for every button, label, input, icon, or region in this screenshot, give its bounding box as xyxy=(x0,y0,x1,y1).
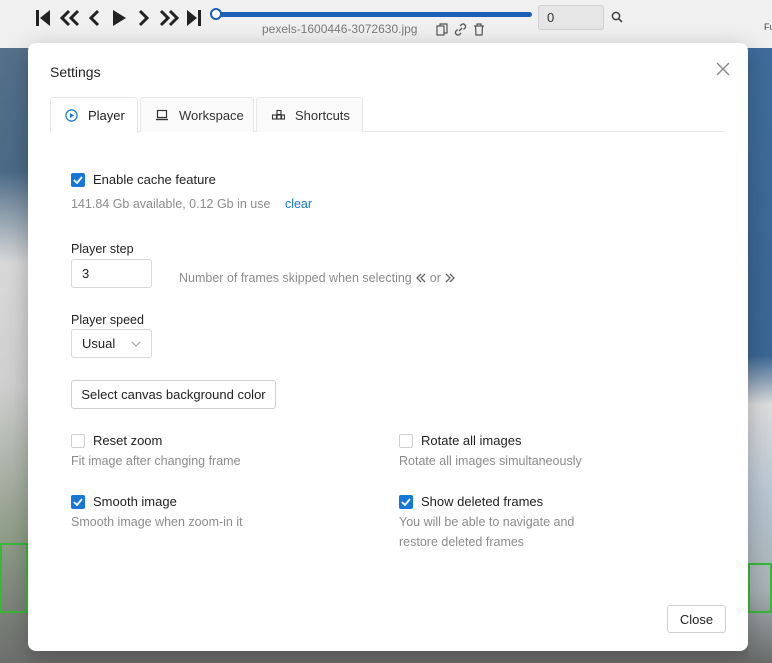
rotate-all-label: Rotate all images xyxy=(421,433,522,448)
smooth-image-option[interactable]: Smooth image xyxy=(71,494,177,509)
reset-zoom-description: Fit image after changing frame xyxy=(71,454,241,468)
smooth-image-label: Smooth image xyxy=(93,494,177,509)
player-step-input[interactable]: 3 xyxy=(71,259,152,288)
show-deleted-frames-description: You will be able to navigate and restore… xyxy=(399,512,574,552)
search-icon xyxy=(611,11,623,23)
player-step-label: Player step xyxy=(71,242,134,256)
step-forward-button[interactable] xyxy=(158,7,180,29)
last-frame-button[interactable] xyxy=(186,7,202,29)
player-step-hint: Number of frames skipped when selecting … xyxy=(179,268,455,288)
player-speed-select[interactable]: Usual xyxy=(71,329,152,358)
cache-status: 141.84 Gb available, 0.12 Gb in use clea… xyxy=(71,194,312,214)
tab-shortcuts[interactable]: Shortcuts xyxy=(256,97,363,132)
check-icon xyxy=(401,497,411,506)
file-actions xyxy=(436,23,485,36)
show-deleted-frames-description-line: restore deleted frames xyxy=(399,535,525,549)
rotate-all-checkbox[interactable] xyxy=(399,433,413,448)
reset-zoom-label: Reset zoom xyxy=(93,433,163,448)
show-deleted-frames-description-line: You will be able to navigate and xyxy=(399,515,575,529)
check-icon xyxy=(73,497,83,506)
toolbar-edge-text: Fu xyxy=(764,22,772,32)
double-chevron-right-icon xyxy=(445,273,455,283)
double-chevron-right-icon xyxy=(159,9,180,27)
check-icon xyxy=(73,175,83,184)
close-icon xyxy=(716,62,730,76)
player-step-hint-text: Number of frames skipped when selecting xyxy=(179,271,412,285)
rotate-all-option[interactable]: Rotate all images xyxy=(399,433,521,448)
link-icon[interactable] xyxy=(454,23,467,36)
last-frame-icon xyxy=(187,10,201,26)
frame-number-input[interactable]: 0 xyxy=(538,5,604,30)
reset-zoom-checkbox[interactable] xyxy=(71,433,85,448)
play-circle-icon xyxy=(65,109,78,122)
next-frame-button[interactable] xyxy=(137,7,151,29)
bounding-box[interactable] xyxy=(0,543,28,613)
modal-title: Settings xyxy=(50,64,101,80)
play-button[interactable] xyxy=(110,7,128,29)
step-backward-button[interactable] xyxy=(59,7,81,29)
settings-modal: Settings Player Workspace Shortcuts Enab… xyxy=(28,43,748,651)
player-speed-label: Player speed xyxy=(71,313,144,327)
laptop-icon xyxy=(156,109,168,121)
tab-label: Player xyxy=(88,108,125,123)
player-toolbar: pexels-1600446-3072630.jpg 0 Fu xyxy=(0,0,772,48)
bounding-box[interactable] xyxy=(748,563,772,613)
filename: pexels-1600446-3072630.jpg xyxy=(262,22,418,36)
first-frame-icon xyxy=(36,10,50,26)
show-deleted-frames-option[interactable]: Show deleted frames xyxy=(399,494,543,509)
double-chevron-left-icon xyxy=(59,9,80,27)
select-canvas-background-button[interactable]: Select canvas background color xyxy=(71,380,276,409)
double-chevron-left-icon xyxy=(415,273,426,283)
previous-frame-button[interactable] xyxy=(87,7,101,29)
cache-option[interactable]: Enable cache feature xyxy=(71,172,216,187)
frame-slider-handle[interactable] xyxy=(210,8,222,20)
chevron-right-icon xyxy=(138,9,150,27)
rotate-all-description: Rotate all images simultaneously xyxy=(399,454,582,468)
trash-icon[interactable] xyxy=(473,23,485,36)
show-deleted-frames-checkbox[interactable] xyxy=(399,494,413,509)
player-step-hint-or: or xyxy=(429,271,441,285)
smooth-image-description: Smooth image when zoom-in it xyxy=(71,515,243,529)
enable-cache-label: Enable cache feature xyxy=(93,172,216,187)
chevron-left-icon xyxy=(88,9,100,27)
show-deleted-frames-label: Show deleted frames xyxy=(421,494,544,509)
clear-cache-link[interactable]: clear xyxy=(285,197,312,211)
settings-tabs: Player Workspace Shortcuts xyxy=(50,97,724,133)
modal-close-button[interactable] xyxy=(714,60,732,78)
frame-slider-track[interactable] xyxy=(216,12,532,17)
tab-player[interactable]: Player xyxy=(50,97,138,133)
enable-cache-checkbox[interactable] xyxy=(71,172,85,187)
play-icon xyxy=(113,10,126,26)
keyboard-icon xyxy=(271,109,285,120)
copy-icon[interactable] xyxy=(436,23,448,36)
reset-zoom-option[interactable]: Reset zoom xyxy=(71,433,162,448)
close-button[interactable]: Close xyxy=(667,605,726,633)
tab-label: Workspace xyxy=(179,107,244,123)
tab-workspace[interactable]: Workspace xyxy=(140,97,254,132)
chevron-down-icon xyxy=(131,341,141,347)
first-frame-button[interactable] xyxy=(35,7,51,29)
tab-label: Shortcuts xyxy=(295,107,350,123)
player-speed-value: Usual xyxy=(82,336,116,351)
smooth-image-checkbox[interactable] xyxy=(71,494,85,509)
cache-status-text: 141.84 Gb available, 0.12 Gb in use xyxy=(71,197,271,211)
search-frame-button[interactable] xyxy=(611,10,623,28)
